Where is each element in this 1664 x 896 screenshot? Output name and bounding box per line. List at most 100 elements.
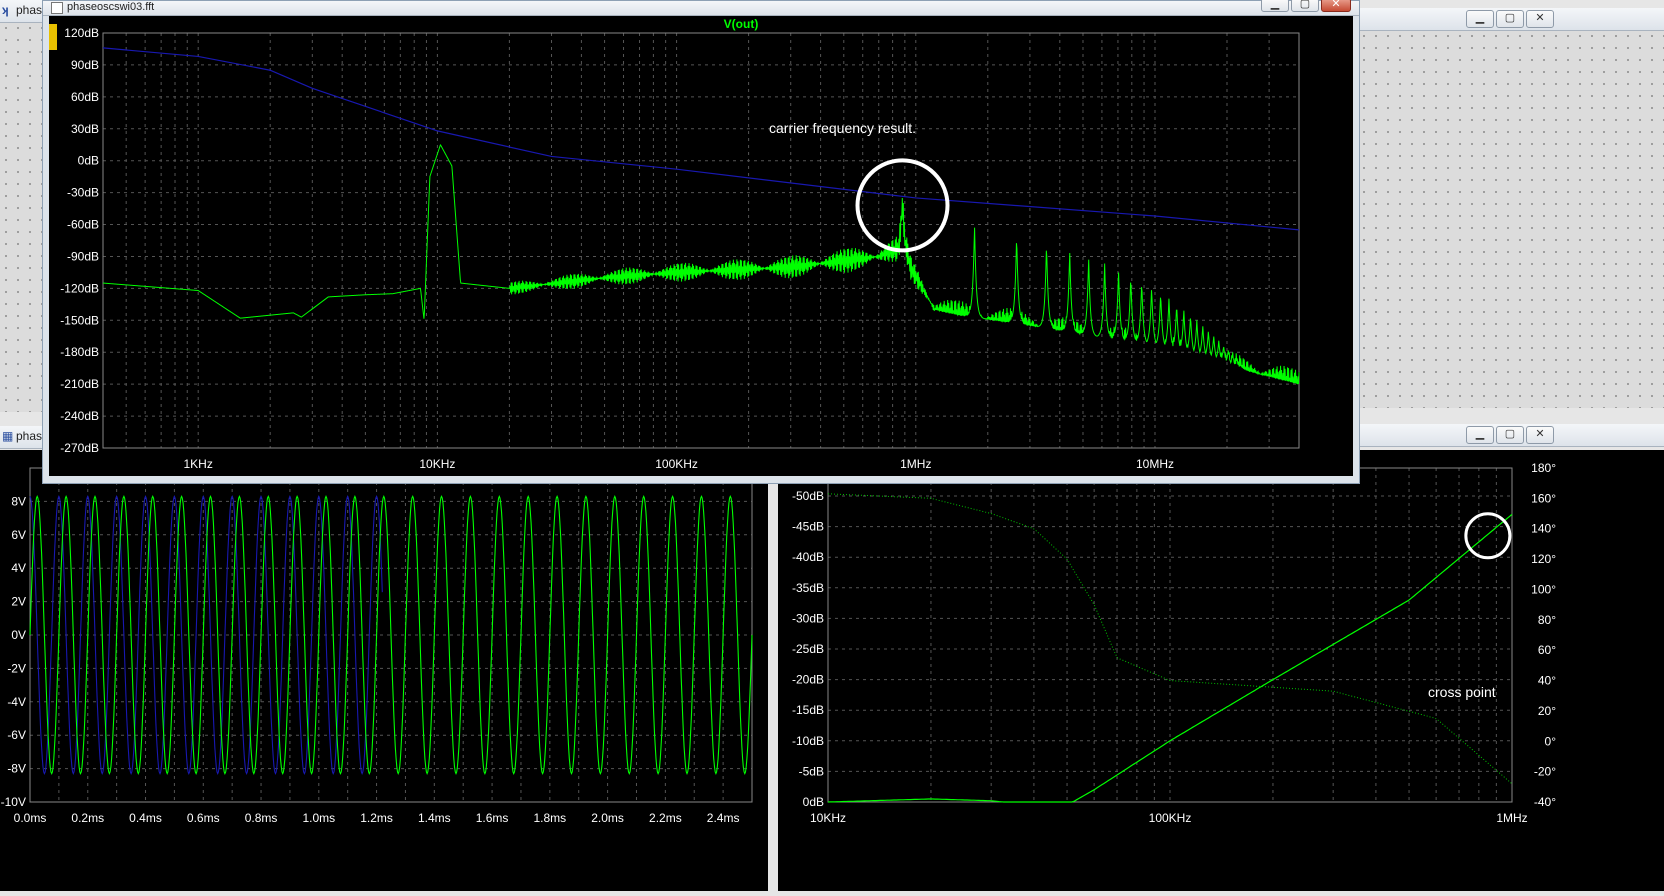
background-window-left[interactable]: ʞ phas [0,0,43,23]
reference-trace [102,47,1300,231]
y-tick-label: -40dB [792,550,824,564]
y-tick-label: -60dB [67,218,99,232]
cross-point-circle [1464,512,1512,560]
y-tick-label: 6V [11,528,26,542]
fft-plot[interactable]: 120dB 90dB 60dB 30dB 0dB -30dB -60dB -90dB -120d… [49,16,1353,476]
y-tick-label: -45dB [792,520,824,534]
cross-point-annotation: cross point [1428,684,1496,700]
y-tick-label: -50dB [792,489,824,503]
x-tick-label: 2.0ms [591,811,624,825]
y-tick-label: 4V [11,561,26,575]
y-tick-label: 120dB [64,26,99,40]
x-tick-label: 0.4ms [129,811,162,825]
y-tick-label: -10V [1,795,26,809]
fft-plot-panel[interactable]: 120dB 90dB 60dB 30dB 0dB -30dB -60dB -90dB -120d… [49,16,1353,476]
vout-trace [102,144,1300,385]
x-tick-label: 10MHz [1136,457,1174,471]
background-window-title: phas [16,429,43,443]
close-button[interactable]: ✕ [1526,10,1554,28]
y-tick-label: -25dB [792,642,824,656]
y2-tick-label: 40° [1538,674,1556,688]
background-window-right[interactable]: ▁ ▢ ✕ [1358,8,1664,31]
y-tick-label: -150dB [60,313,99,327]
bode-plot-panel[interactable]: 0dB -5dB -10dB -15dB -20dB -25dB -30dB -35dB -40… [778,450,1664,891]
minimize-button[interactable]: ▁ [1261,0,1289,12]
y2-tick-label: 160° [1531,491,1556,505]
y-tick-label: 2V [11,595,26,609]
transient-plot-panel[interactable]: 8V 6V 4V 2V 0V -2V -4V -6V -8V -10V 0.0ms 0.2ms 0.4m… [0,450,768,891]
y-tick-label: 30dB [71,122,99,136]
y-tick-label: -6V [7,728,26,742]
y-tick-label: -210dB [60,377,99,391]
carrier-frequency-annotation: carrier frequency result. [769,120,917,136]
x-tick-label: 1.6ms [476,811,509,825]
y-tick-label: -4V [7,695,26,709]
background-window-title: phas [16,3,43,17]
y-tick-label: -180dB [60,345,99,359]
close-button[interactable]: ✕ [1321,0,1351,12]
x-tick-label: 1MHz [900,457,931,471]
y2-tick-label: 80° [1538,613,1556,627]
y2-tick-label: 20° [1538,704,1556,718]
y-tick-label: -15dB [792,703,824,717]
minimize-button[interactable]: ▁ [1466,426,1494,444]
y-tick-label: 8V [11,494,26,508]
x-tick-label: 10KHz [419,457,455,471]
y2-tick-label: 120° [1531,552,1556,566]
x-tick-label: 1.0ms [302,811,335,825]
y2-tick-label: 180° [1531,461,1556,475]
y-tick-label: 60dB [71,90,99,104]
x-tick-label: 2.2ms [649,811,682,825]
y-tick-label: -10dB [792,734,824,748]
app-icon: ▦ [2,429,14,443]
schematic-area-right [1358,30,1664,408]
x-tick-label: 1MHz [1496,811,1527,825]
y-tick-label: -30dB [792,611,824,625]
bode-window-titlebar[interactable]: ▁ ▢ ✕ [1358,424,1664,447]
schematic-area-left [0,22,42,412]
x-tick-label: 100KHz [1149,811,1192,825]
x-tick-label: 0.6ms [187,811,220,825]
y2-tick-label: 60° [1538,643,1556,657]
maximize-button[interactable]: ▢ [1291,0,1319,12]
x-tick-label: 100KHz [655,457,698,471]
y2-tick-label: 100° [1531,582,1556,596]
fft-window[interactable]: phaseoscswi03.fft ▁ ▢ ✕ 120dB 90dB 60dB 30d… [42,0,1360,484]
x-tick-label: 10KHz [810,811,846,825]
document-icon [51,2,63,14]
background-window-left-lower[interactable]: ▦ phas [0,426,43,449]
y2-tick-label: 140° [1531,522,1556,536]
y-tick-label: -8V [7,762,26,776]
y-tick-label: -270dB [60,441,99,455]
y-tick-label: -90dB [67,249,99,263]
plot-frame [102,32,1300,449]
x-tick-label: 1KHz [184,457,213,471]
x-tick-label: 1.8ms [533,811,566,825]
maximize-button[interactable]: ▢ [1496,426,1524,444]
bode-plot[interactable]: 0dB -5dB -10dB -15dB -20dB -25dB -30dB -35dB -40… [778,450,1664,891]
x-tick-label: 0.2ms [71,811,104,825]
y-tick-label: 90dB [71,58,99,72]
trace-label: V(out) [724,17,759,31]
y-tick-label: -240dB [60,409,99,423]
x-tick-label: 2.4ms [707,811,740,825]
fft-window-title: phaseoscswi03.fft [67,1,155,13]
x-tick-label: 1.4ms [418,811,451,825]
y-tick-label: -20dB [792,673,824,687]
close-button[interactable]: ✕ [1526,426,1554,444]
y-tick-label: -5dB [799,764,824,778]
transient-plot[interactable]: 8V 6V 4V 2V 0V -2V -4V -6V -8V -10V 0.0ms 0.2ms 0.4m… [0,450,768,891]
y-tick-label: 0dB [803,795,824,809]
maximize-button[interactable]: ▢ [1496,10,1524,28]
y-tick-label: -120dB [60,281,99,295]
y2-tick-label: -40° [1534,795,1556,809]
y2-tick-label: -20° [1534,765,1556,779]
y-tick-label: -30dB [67,186,99,200]
y-tick-label: 0V [11,628,26,642]
x-tick-label: 0.0ms [14,811,47,825]
y2-tick-label: 0° [1545,734,1557,748]
y-tick-label: -35dB [792,581,824,595]
x-tick-label: 1.2ms [360,811,393,825]
y-tick-label: 0dB [78,154,99,168]
minimize-button[interactable]: ▁ [1466,10,1494,28]
